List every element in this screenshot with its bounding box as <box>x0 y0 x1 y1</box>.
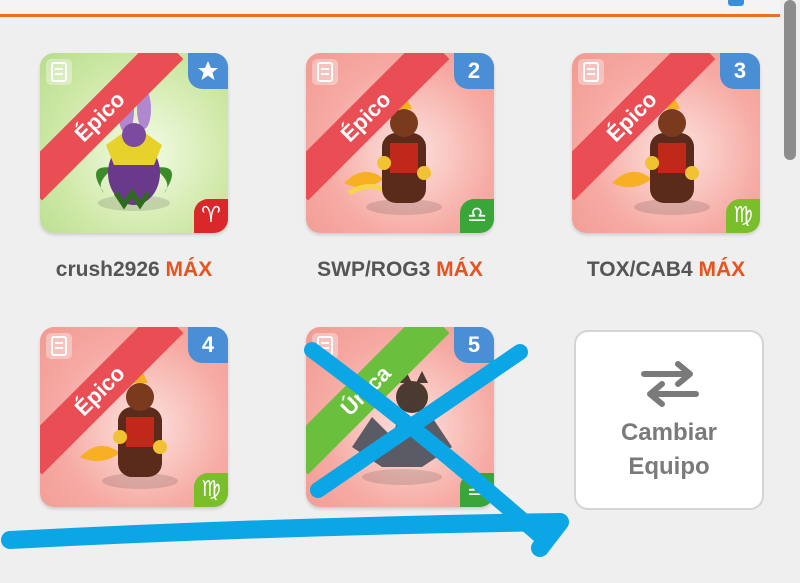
monster-card-4[interactable]: Épico 4 ♍ <box>40 327 228 507</box>
zodiac-libra-icon: ♎ <box>460 199 494 233</box>
header-link-fragment[interactable] <box>728 0 744 6</box>
monster-card-1[interactable]: Épico ♈ <box>40 53 228 233</box>
monster-card-5[interactable]: Única 5 ♎ <box>306 327 494 507</box>
zodiac-libra-icon: ♎ <box>460 473 494 507</box>
monster-card-3[interactable]: Épico 3 ♍ <box>572 53 760 233</box>
monster-name: TOX/CAB4 <box>586 258 693 281</box>
monster-card-2[interactable]: Épico 2 ♎ <box>306 53 494 233</box>
note-icon[interactable] <box>46 59 72 85</box>
level-max-tag: MÁX <box>165 258 213 281</box>
note-icon[interactable] <box>312 333 338 359</box>
team-position-badge: 2 <box>454 53 494 89</box>
monster-name: crush2926 <box>55 258 160 281</box>
note-icon[interactable] <box>46 333 72 359</box>
team-position-badge: 5 <box>454 327 494 363</box>
scrollbar[interactable] <box>784 0 796 160</box>
swap-arrows-icon <box>641 361 699 407</box>
team-position-badge: 4 <box>188 327 228 363</box>
team-position-badge <box>188 53 228 89</box>
zodiac-aries-icon: ♈ <box>194 199 228 233</box>
team-position-badge: 3 <box>720 53 760 89</box>
monster-caption-2: SWP/ROG3 MÁX <box>290 258 510 282</box>
header-bar <box>0 0 780 17</box>
note-icon[interactable] <box>312 59 338 85</box>
switch-team-label: Cambiar Equipo <box>620 419 718 480</box>
level-max-tag: MÁX <box>698 258 746 281</box>
zodiac-virgo-icon: ♍ <box>726 199 760 233</box>
zodiac-virgo-icon: ♍ <box>194 473 228 507</box>
monster-caption-1: crush2926 MÁX <box>24 258 244 282</box>
level-max-tag: MÁX <box>436 258 483 281</box>
monster-caption-3: TOX/CAB4 MÁX <box>556 258 776 282</box>
star-icon <box>198 61 218 80</box>
switch-team-button[interactable]: Cambiar Equipo <box>574 330 764 510</box>
note-icon[interactable] <box>578 59 604 85</box>
monster-name: SWP/ROG3 <box>317 258 431 281</box>
